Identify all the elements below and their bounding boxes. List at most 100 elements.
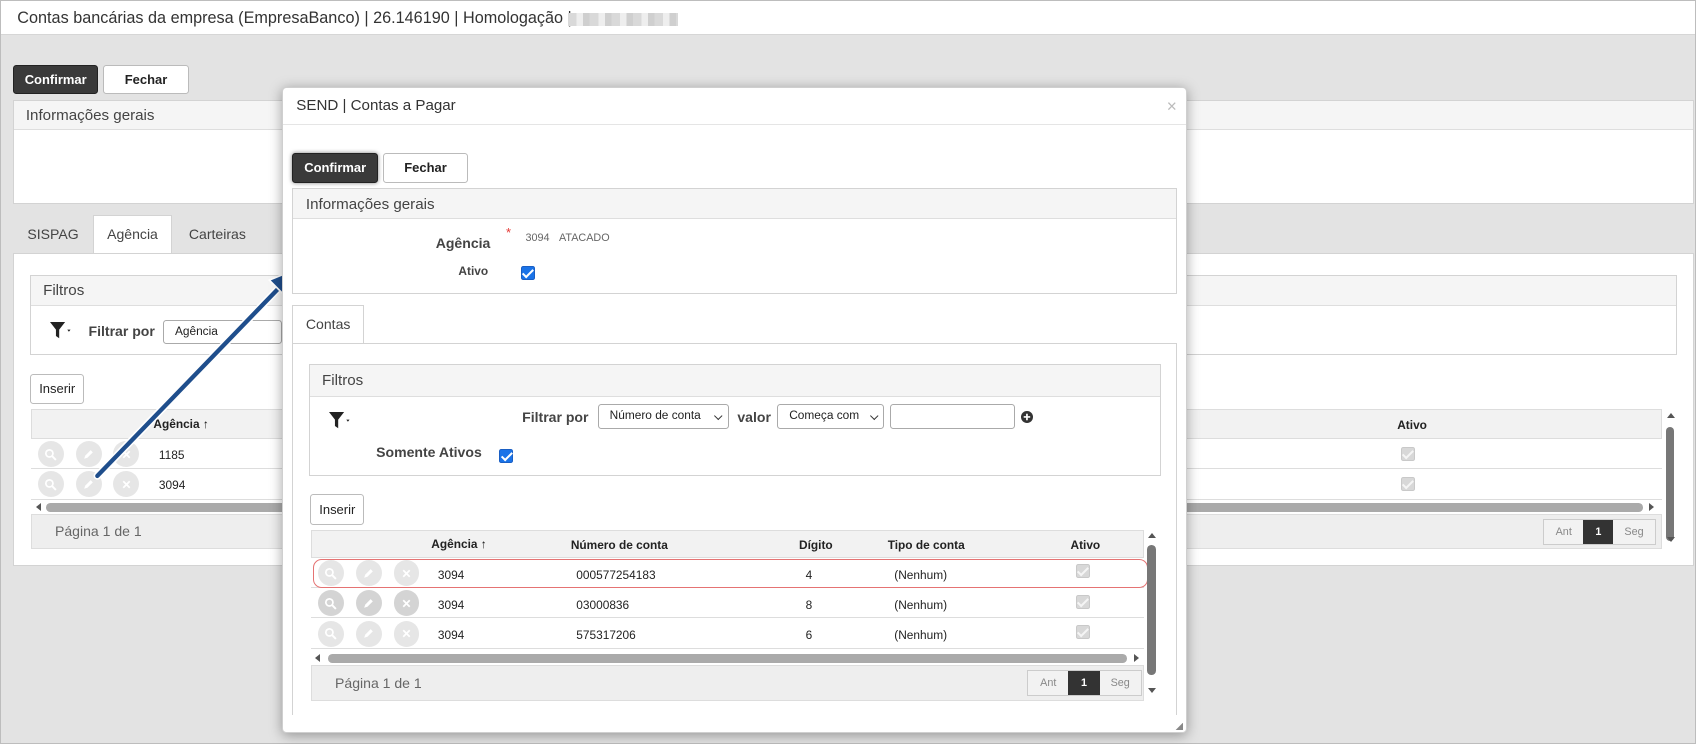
modal-general-info-title: Informações gerais: [292, 189, 1176, 220]
current-page[interactable]: 1: [1068, 671, 1100, 696]
modal-grid-header: Agência ↑ Número de conta Dígito Tipo de…: [311, 529, 1145, 558]
col-agencia[interactable]: Agência ↑: [431, 537, 486, 551]
tab-sispag[interactable]: SISPAG: [19, 225, 86, 253]
filter-operator-value: Começa com: [789, 408, 860, 423]
next-page-button[interactable]: Seg: [1100, 671, 1141, 695]
bg-close-button[interactable]: Fechar: [102, 64, 190, 95]
add-filter-icon[interactable]: [1020, 410, 1033, 423]
delete-icon[interactable]: [113, 471, 140, 498]
bg-scroll-left-icon[interactable]: [35, 502, 41, 511]
bg-pager: Ant 1 Seg: [1543, 518, 1656, 545]
col-ativo[interactable]: Ativo: [1071, 538, 1101, 552]
col-digito[interactable]: Dígito: [799, 538, 833, 552]
agencia-name: ATACADO: [559, 232, 610, 245]
ativo-label: Ativo: [458, 263, 489, 278]
filter-by-label: Filtrar por: [522, 408, 589, 425]
scroll-left-icon[interactable]: [314, 654, 320, 663]
pagination-bar: Página 1 de 1 Ant 1 Seg: [311, 665, 1145, 701]
modal-close-icon[interactable]: ×: [1167, 96, 1177, 117]
view-icon[interactable]: [37, 471, 64, 498]
page-info: Página 1 de 1: [335, 674, 422, 691]
bg-next-page-button[interactable]: Seg: [1613, 520, 1654, 544]
chevron-down-icon: [869, 411, 879, 421]
delete-icon[interactable]: [393, 590, 420, 617]
scroll-down-icon[interactable]: [1148, 687, 1157, 693]
bg-filter-field-select[interactable]: Agência: [163, 319, 283, 344]
row-numero-conta: 575317206: [576, 628, 636, 643]
filter-value-input[interactable]: [889, 404, 1016, 430]
modal-grid-body: 3094 000577254183 4 (Nenhum) 3094 030008…: [311, 557, 1149, 649]
edit-icon[interactable]: [75, 441, 102, 468]
bg-prev-page-button[interactable]: Ant: [1544, 520, 1583, 544]
modal-header: SEND | Contas a Pagar ×: [283, 88, 1186, 126]
modal-general-info-panel: Informações gerais Agência * 3094 ATACAD…: [291, 188, 1177, 295]
filter-operator-select[interactable]: Começa com: [777, 404, 885, 430]
view-icon[interactable]: [317, 620, 344, 647]
horizontal-scrollbar[interactable]: [327, 654, 1127, 663]
col-numero-conta[interactable]: Número de conta: [571, 538, 668, 552]
modal-confirm-button[interactable]: Confirmar: [291, 153, 379, 183]
filter-field-select[interactable]: Número de conta: [597, 404, 729, 430]
agencia-code: 3094: [525, 232, 550, 245]
bg-row-agencia: 3094: [158, 477, 186, 492]
vertical-scrollbar[interactable]: [1147, 544, 1157, 675]
bg-insert-button[interactable]: Inserir: [30, 374, 85, 405]
resize-handle-icon[interactable]: [1174, 721, 1184, 731]
prev-page-button[interactable]: Ant: [1028, 671, 1068, 695]
bg-page-info: Página 1 de 1: [54, 523, 142, 540]
sort-up-icon: ↑: [480, 537, 487, 552]
bg-row-ativo-checkbox: [1400, 446, 1415, 461]
modal-title: SEND | Contas a Pagar: [296, 97, 456, 115]
col-tipo-conta[interactable]: Tipo de conta: [888, 538, 965, 552]
table-row[interactable]: 3094 575317206 6 (Nenhum): [311, 618, 1145, 649]
tab-carteiras[interactable]: Carteiras: [178, 225, 256, 253]
bg-col-ativo: Ativo: [1397, 418, 1427, 433]
chevron-down-icon: [713, 411, 723, 421]
modal-insert-button[interactable]: Inserir: [310, 494, 365, 526]
filter-funnel-icon[interactable]: [328, 411, 353, 434]
bg-confirm-button[interactable]: Confirmar: [12, 64, 99, 95]
bg-filter-by-label: Filtrar por: [88, 323, 155, 340]
bg-row-agencia: 1185: [158, 447, 185, 462]
filter-funnel-icon[interactable]: [49, 322, 74, 344]
bg-scroll-up-icon[interactable]: [1666, 413, 1675, 419]
delete-icon[interactable]: [113, 441, 140, 468]
edit-icon[interactable]: [75, 471, 102, 498]
bg-filter-field-value: Agência: [174, 323, 218, 338]
view-icon[interactable]: [317, 590, 344, 617]
view-icon[interactable]: [37, 441, 64, 468]
only-active-label: Somente Ativos: [376, 444, 482, 461]
sort-up-icon: ↑: [202, 417, 209, 432]
scroll-up-icon[interactable]: [1148, 533, 1157, 539]
modal-dialog: SEND | Contas a Pagar × Confirmar Fechar…: [282, 86, 1187, 734]
row-agencia: 3094: [437, 597, 465, 612]
bg-scroll-down-icon[interactable]: [1666, 537, 1675, 543]
row-ativo-checkbox: [1076, 594, 1091, 609]
scroll-right-icon[interactable]: [1134, 654, 1140, 663]
pager: Ant 1 Seg: [1027, 670, 1142, 697]
row-ativo-checkbox: [1076, 624, 1091, 640]
edit-icon[interactable]: [355, 590, 382, 617]
bg-current-page[interactable]: 1: [1583, 519, 1614, 544]
bg-scroll-right-icon[interactable]: [1649, 502, 1654, 511]
ativo-checkbox[interactable]: [521, 265, 536, 280]
tab-agencia[interactable]: Agência: [93, 215, 172, 255]
row-tipo-conta: (Nenhum): [894, 597, 948, 612]
row-digito: 8: [805, 597, 813, 612]
modal-filters-title: Filtros: [310, 365, 1161, 397]
row-numero-conta: 03000836: [576, 597, 630, 612]
tab-contas[interactable]: Contas: [291, 304, 365, 344]
bg-col-agencia[interactable]: Agência ↑: [153, 417, 208, 431]
edit-icon[interactable]: [355, 620, 382, 647]
modal-close-button[interactable]: Fechar: [382, 153, 469, 183]
bg-vertical-scrollbar[interactable]: [1665, 427, 1675, 541]
only-active-checkbox[interactable]: [499, 448, 514, 463]
delete-icon[interactable]: [393, 620, 420, 647]
bg-row-ativo-checkbox: [1400, 476, 1415, 491]
modal-filters-panel: Filtros Filtrar por Número de conta valo…: [309, 364, 1162, 476]
row-tipo-conta: (Nenhum): [894, 628, 948, 643]
valor-label: valor: [737, 408, 771, 425]
agencia-label: Agência: [435, 234, 491, 251]
modal-tab-content: Filtros Filtrar por Número de conta valo…: [291, 342, 1177, 715]
table-row[interactable]: 3094 03000836 8 (Nenhum): [311, 588, 1145, 619]
